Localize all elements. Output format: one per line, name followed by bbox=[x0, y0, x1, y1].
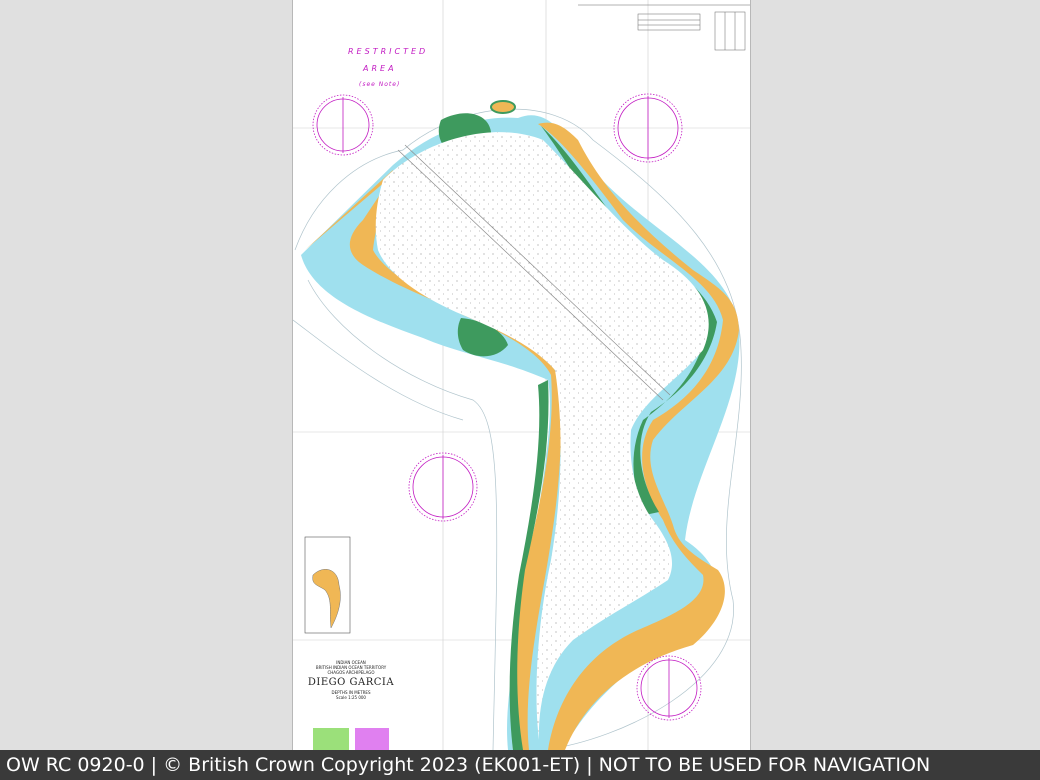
chart-scale: Scale 1:25 000 bbox=[336, 695, 366, 700]
chart-title-block: INDIAN OCEAN BRITISH INDIAN OCEAN TERRIT… bbox=[301, 660, 401, 700]
restricted-area-note: (see Note) bbox=[359, 81, 401, 88]
legend-swatches bbox=[313, 728, 389, 750]
tidal-table bbox=[578, 4, 750, 51]
chart-title: DIEGO GARCIA bbox=[307, 677, 395, 688]
restricted-area-label-2: AREA bbox=[363, 64, 397, 73]
nautical-chart-sheet[interactable]: RESTRICTED AREA (see Note) INDIAN OCEAN … bbox=[292, 0, 751, 750]
restricted-area-label: RESTRICTED bbox=[348, 47, 429, 56]
inset-map bbox=[304, 536, 351, 634]
copyright-footer: OW RC 0920-0 | © British Crown Copyright… bbox=[0, 750, 1040, 780]
chart-map bbox=[293, 0, 750, 750]
title-archipelago: CHAGOS ARCHIPELAGO bbox=[327, 670, 375, 675]
islet bbox=[490, 100, 516, 114]
chart-viewer: RESTRICTED AREA (see Note) INDIAN OCEAN … bbox=[0, 0, 1040, 750]
